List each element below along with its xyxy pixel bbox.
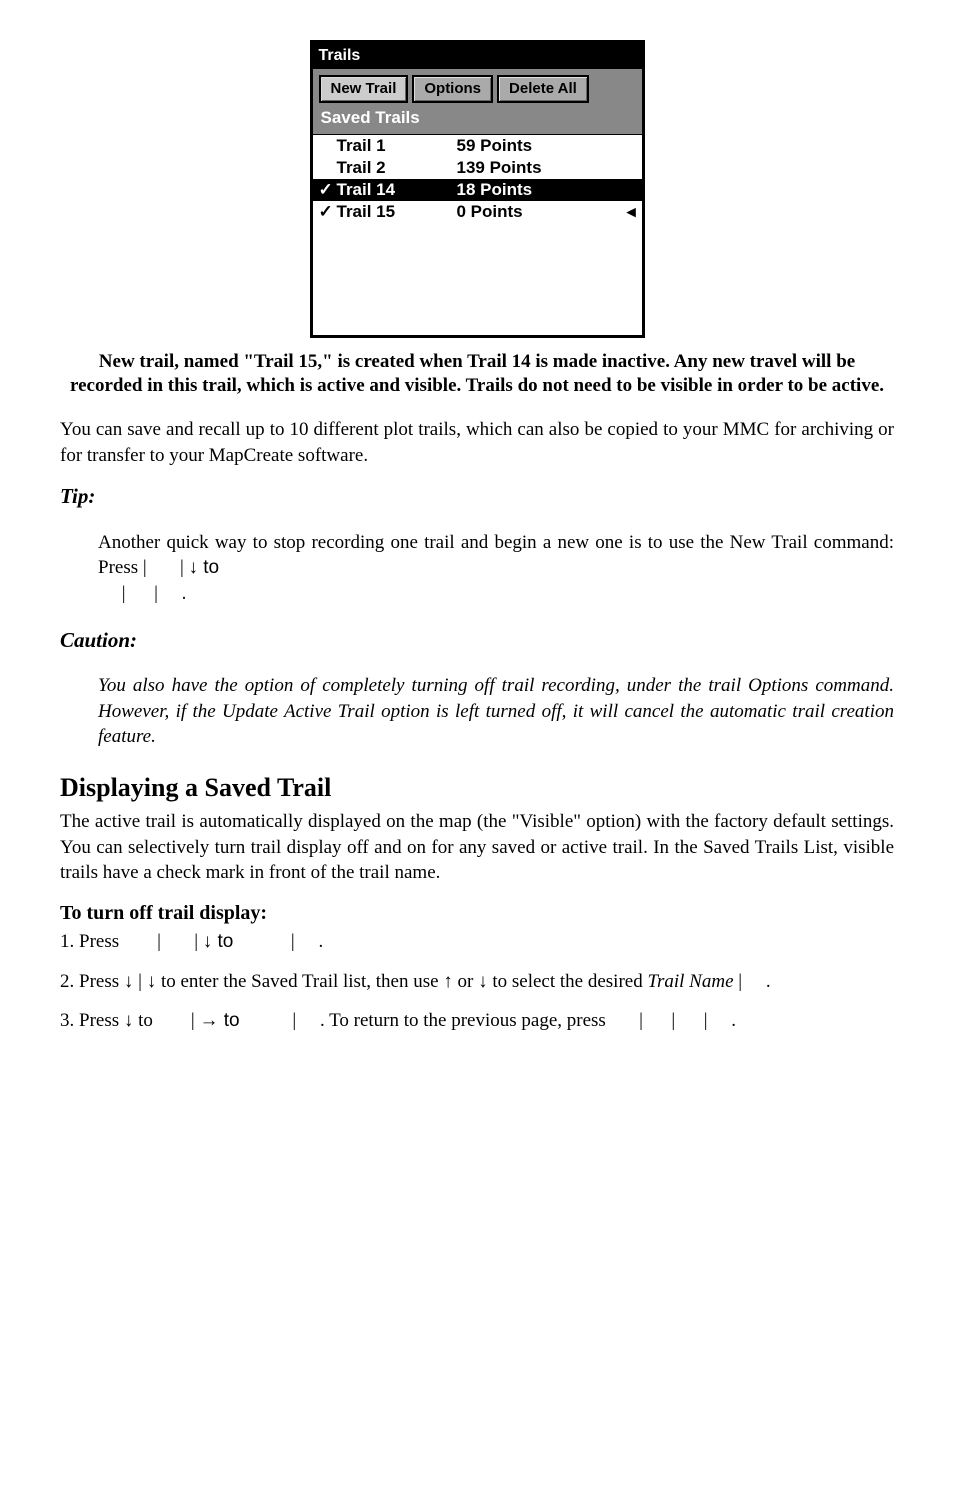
trail-name: Trail 14 [337, 179, 437, 201]
trail-row[interactable]: Trail 1 59 Points [313, 135, 642, 157]
step-3: 3. Press ↓ to | → to | . To return to th… [60, 1008, 894, 1034]
down-arrow-icon: ↓ to [189, 557, 220, 578]
toolbar: New Trail Options Delete All [313, 69, 642, 105]
separator: | [738, 971, 742, 992]
saved-trails-label: Saved Trails [313, 105, 642, 134]
separator: | [671, 1010, 675, 1031]
paragraph: The active trail is automatically displa… [60, 809, 894, 886]
text: . [318, 931, 323, 952]
text: . To return to the previous page, press [320, 1010, 611, 1031]
separator: | [191, 1010, 195, 1031]
separator: | [138, 971, 142, 992]
text: . [731, 1010, 736, 1031]
caution-body: You also have the option of completely t… [98, 673, 894, 750]
right-arrow-icon: → to [199, 1010, 244, 1031]
step-1: 1. Press | | ↓ to | . [60, 929, 894, 955]
paragraph: You can save and recall up to 10 differe… [60, 417, 894, 468]
separator: | [157, 931, 161, 952]
trail-points: 139 Points [437, 157, 618, 179]
trail-row[interactable]: Trail 2 139 Points [313, 157, 642, 179]
caution-heading: Caution: [60, 626, 894, 654]
separator: | [639, 1010, 643, 1031]
tip-heading: Tip: [60, 482, 894, 510]
tip-body: Another quick way to stop recording one … [98, 530, 894, 607]
trail-row[interactable]: ✓ Trail 15 0 Points ◂ [313, 201, 642, 223]
figure-caption: New trail, named "Trail 15," is created … [70, 350, 884, 399]
separator: | [154, 583, 158, 604]
separator: | [143, 557, 147, 578]
new-trail-button[interactable]: New Trail [319, 75, 409, 103]
check-icon: ✓ [319, 179, 337, 201]
separator: | [180, 557, 184, 578]
cursor-icon: ◂ [618, 201, 636, 223]
trail-list: Trail 1 59 Points Trail 2 139 Points ✓ T… [313, 134, 642, 335]
text: 1. Press [60, 931, 124, 952]
delete-all-button[interactable]: Delete All [497, 75, 589, 103]
window-title: Trails [313, 43, 642, 69]
check-icon: ✓ [319, 201, 337, 223]
section-heading: Displaying a Saved Trail [60, 770, 894, 805]
text: . [766, 971, 771, 992]
text: . [182, 583, 187, 604]
trail-row[interactable]: ✓ Trail 14 18 Points [313, 179, 642, 201]
trail-points: 59 Points [437, 135, 618, 157]
trail-points: 0 Points [437, 201, 618, 223]
down-arrow-icon: ↓ to [203, 931, 239, 952]
separator: | [292, 1010, 296, 1031]
trail-points: 18 Points [437, 179, 618, 201]
sub-heading: To turn off trail display: [60, 900, 894, 927]
separator: | [122, 583, 126, 604]
options-button[interactable]: Options [412, 75, 493, 103]
device-screen: Trails New Trail Options Delete All Save… [310, 40, 645, 338]
text: ↓ to enter the Saved Trail list, then us… [147, 971, 648, 992]
text: 2. Press ↓ [60, 971, 133, 992]
trail-name-placeholder: Trail Name [647, 971, 733, 992]
separator: | [291, 931, 295, 952]
step-2: 2. Press ↓ | ↓ to enter the Saved Trail … [60, 969, 894, 995]
text: 3. Press ↓ to [60, 1010, 158, 1031]
trail-name: Trail 2 [337, 157, 437, 179]
trail-name: Trail 1 [337, 135, 437, 157]
separator: | [704, 1010, 708, 1031]
trail-name: Trail 15 [337, 201, 437, 223]
separator: | [194, 931, 198, 952]
